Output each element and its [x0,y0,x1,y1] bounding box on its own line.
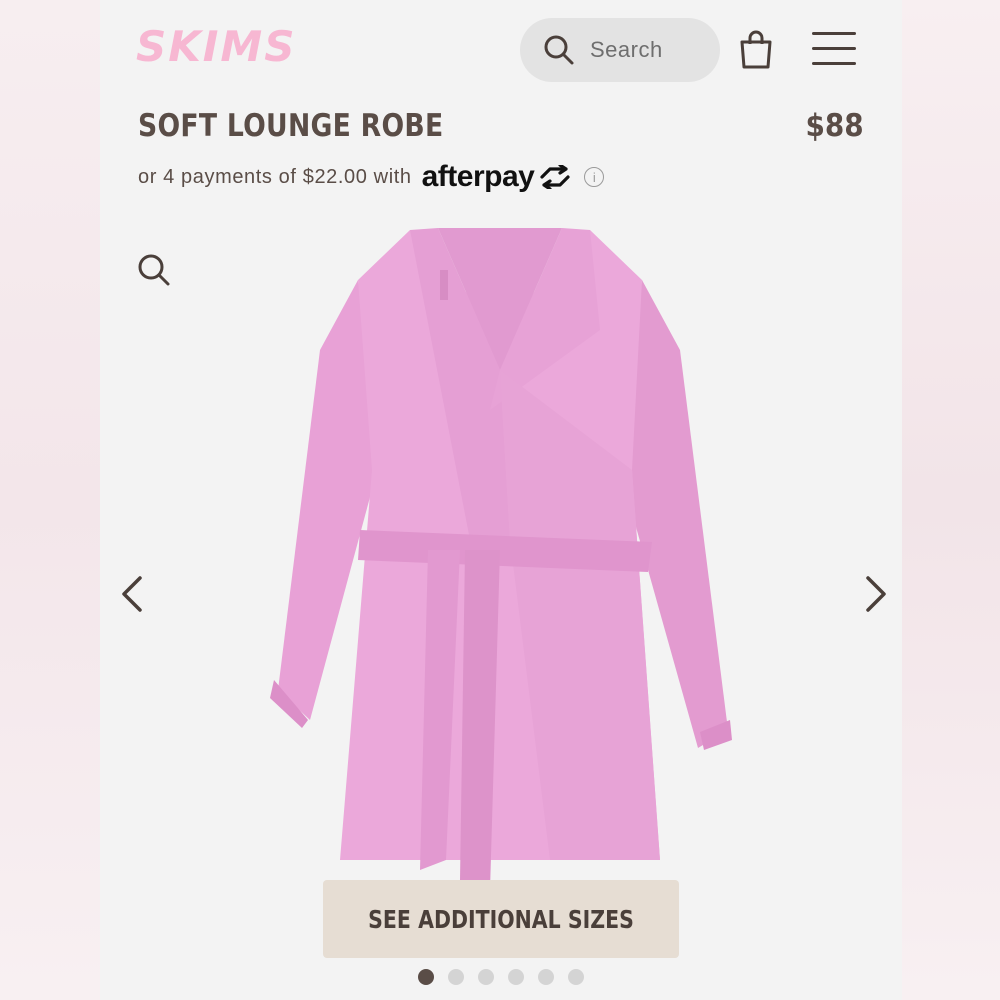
installments-line: or 4 payments of $22.00 with afterpay i [138,160,605,194]
carousel-dot[interactable] [478,969,494,985]
carousel-dot[interactable] [418,969,434,985]
search-button[interactable]: Search [520,18,720,82]
menu-line [812,62,856,65]
hamburger-menu-icon[interactable] [812,32,856,68]
info-icon[interactable]: i [584,167,605,187]
see-additional-sizes-label: SEE ADDITIONAL SIZES [368,904,634,934]
right-blurred-background [902,0,1000,1000]
chevron-right-icon[interactable] [854,574,894,614]
afterpay-arrows-icon [540,165,570,189]
carousel-dot[interactable] [568,969,584,985]
menu-line [812,47,856,50]
installments-text: or 4 payments of $22.00 with [138,165,412,188]
left-blurred-background [0,0,100,1000]
skims-logo[interactable]: SKIMS [136,22,296,71]
search-label: Search [590,37,663,62]
phone-screen: SKIMS Search SOFT LOUNGE ROBE $88 or 4 p… [100,0,902,1000]
product-image [270,228,732,880]
chevron-left-icon[interactable] [114,574,154,614]
carousel-dot[interactable] [538,969,554,985]
carousel-dot[interactable] [448,969,464,985]
see-additional-sizes-button[interactable]: SEE ADDITIONAL SIZES [323,880,679,958]
menu-line [812,32,856,35]
search-icon [544,35,574,65]
shopping-bag-icon[interactable] [738,30,774,70]
product-price: $88 [805,108,864,144]
carousel-pagination [418,969,584,985]
product-title: SOFT LOUNGE ROBE [138,108,444,144]
afterpay-wordmark: afterpay [421,160,535,193]
afterpay-logo[interactable]: afterpay [422,160,575,194]
carousel-dot[interactable] [508,969,524,985]
zoom-icon[interactable] [136,252,172,288]
